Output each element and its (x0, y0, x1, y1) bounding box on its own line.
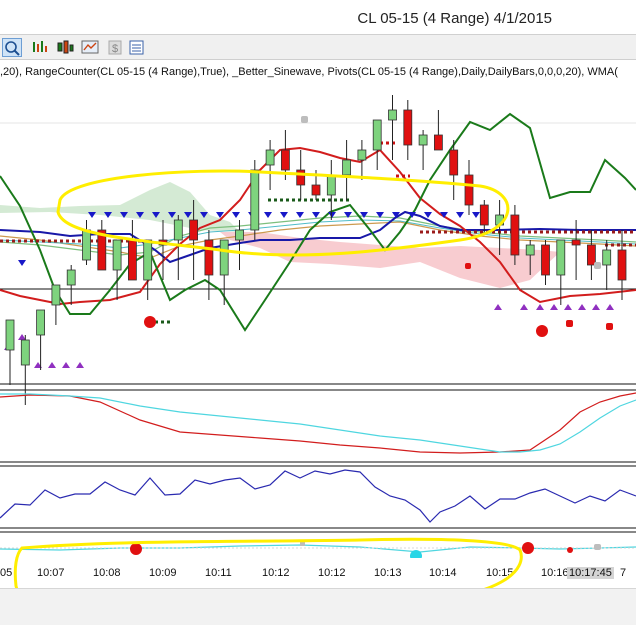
zoom-icon[interactable] (2, 38, 22, 57)
candle-body (20, 339, 30, 366)
candle-body (265, 149, 275, 166)
candle-body (219, 239, 229, 276)
candle-body (127, 239, 137, 281)
chart-toolbar: $ (0, 35, 636, 60)
candle-body (556, 239, 566, 276)
candle-body (143, 239, 153, 281)
candlestick-icon[interactable] (55, 38, 75, 57)
candle-body (372, 119, 382, 151)
candle-body (235, 229, 244, 241)
candle-body (479, 204, 489, 226)
candle-body (51, 284, 61, 306)
candle-body (204, 239, 214, 276)
price-chart[interactable] (0, 84, 636, 558)
candle-body (388, 109, 397, 121)
candle-body (189, 219, 199, 241)
candle-body (342, 159, 352, 176)
candle-body (617, 249, 627, 281)
candle-body (587, 244, 596, 266)
candle-body (280, 149, 290, 171)
candle-body (326, 174, 336, 196)
candle-body (602, 249, 612, 266)
oscillator-panel-2 (0, 469, 636, 523)
indicator-labels: ,20), RangeCounter(CL 05-15 (4 Range),Tr… (0, 60, 636, 84)
horizontal-scrollbar[interactable] (0, 588, 636, 625)
svg-text:$: $ (112, 43, 118, 55)
dollar-icon[interactable]: $ (105, 38, 125, 57)
properties-icon[interactable] (127, 38, 147, 57)
candle-body (403, 109, 413, 146)
green-cloud (0, 182, 240, 232)
candle-body (433, 134, 443, 151)
candle-body (449, 149, 459, 176)
candle-body (250, 169, 260, 231)
chart-title: CL 05-15 (4 Range) 4/1/2015 (357, 10, 552, 27)
indicator-label-text: ,20), RangeCounter(CL 05-15 (4 Range),Tr… (0, 66, 618, 78)
sinewave-line (0, 112, 636, 332)
candle-body (418, 134, 428, 146)
candle-body (541, 244, 550, 276)
data-box-icon[interactable] (80, 38, 100, 57)
candle-body (510, 214, 520, 256)
candle-body (173, 219, 183, 241)
candle-body (571, 239, 581, 246)
candle-body (112, 239, 122, 271)
candle-body (311, 184, 321, 196)
candle-body (464, 174, 474, 206)
chart-style-icon[interactable] (30, 38, 50, 57)
candle-body (296, 169, 306, 186)
purple-triangle-markers (4, 304, 614, 368)
candle-body (66, 269, 76, 286)
title-bar: CL 05-15 (4 Range) 4/1/2015 (0, 0, 636, 35)
candle-body (36, 309, 45, 336)
candle-body (82, 229, 91, 261)
oscillator-panel-1 (0, 392, 636, 454)
candle-body (357, 149, 367, 161)
candle-body (525, 244, 535, 256)
candle-body (5, 319, 15, 351)
